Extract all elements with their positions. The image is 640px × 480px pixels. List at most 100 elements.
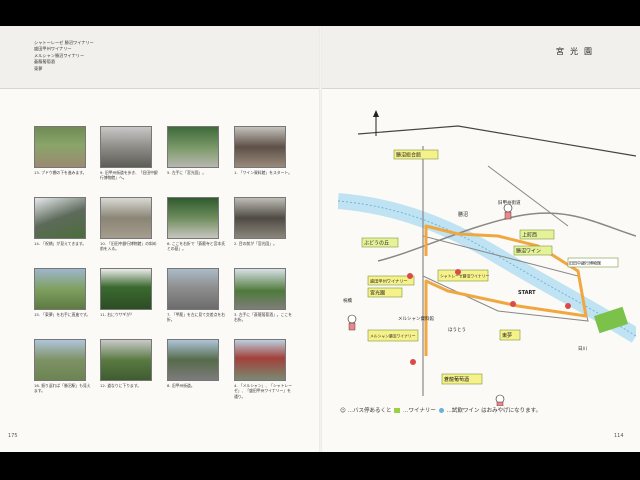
photo-item: 7. 「甲龍」を左に見て交差点を右折。 [167, 268, 227, 323]
photo-caption: 11. 右にウサギが？ [100, 312, 134, 317]
photo-caption: 16. 振り返れば「勝沼駅」も見えます。 [34, 383, 91, 394]
photo-item: 15. 「東夢」を右手に直進です。 [34, 268, 94, 317]
walker-icon: ☺ [340, 408, 346, 414]
photo-caption: 13. ブドウ棚の下を進みます。 [34, 170, 87, 175]
wine-dot-icon [438, 408, 444, 413]
svg-text:勝沼総合館: 勝沼総合館 [396, 152, 421, 159]
page-number-right: 114 [614, 433, 624, 439]
svg-text:蒼龍葡萄酒: 蒼龍葡萄酒 [444, 376, 469, 383]
label-hoto: ほうとう [448, 327, 466, 333]
walker-figure-icon [503, 203, 513, 220]
photo-item: 5. 左手に「宮光園」。 [167, 126, 227, 175]
photo-item: 11. 右にウサギが？ [100, 268, 160, 317]
route-photo [234, 268, 286, 310]
header-winery-list: シャトーレーゼ 勝沼ワイナリー 盛田甲州ワイナリー メルシャン勝沼ワイナリー 蒼… [34, 40, 94, 72]
photo-caption: 2. 目の前が「宮光園」。 [234, 241, 277, 246]
book-gutter [319, 26, 322, 452]
photo-item: 4. 「メルシャン」、「シャトレーゼ」、「盛田甲州ワイナリー」を通り。 [234, 339, 294, 399]
svg-text:上町西: 上町西 [522, 232, 537, 239]
winery-marker [407, 273, 413, 279]
label-mercian: メルシャン勝沼ワイナリー [367, 329, 419, 342]
photo-item: 6. ここを右折で「蒼龍寺と宮本氏との墓」。 [167, 197, 227, 252]
photo-item: 2. 目の前が「宮光園」。 [234, 197, 294, 246]
label-bridge: 祝橋 [343, 297, 352, 304]
label-chateraise: シャトレーゼ勝沼ワイナリー [437, 269, 489, 282]
route-photo [167, 339, 219, 381]
winery-marker [455, 269, 461, 275]
magazine-spread: シャトーレーゼ 勝沼ワイナリー 盛田甲州ワイナリー メルシャン勝沼ワイナリー 蒼… [0, 26, 640, 452]
walker-figure-icon [347, 314, 357, 331]
photo-item: 14. 「祝橋」が見えてきます。 [34, 197, 94, 246]
route-photo [34, 126, 86, 168]
label-station-road: 勝沼 [458, 211, 468, 218]
route-photo [100, 197, 152, 239]
photo-caption: 10. 「旧田中銀行博物館」の斜め前を入る。 [100, 241, 157, 252]
route-photo [167, 268, 219, 310]
photo-item: 8. 旧甲州街道。 [167, 339, 227, 388]
label-soryu: 蒼龍葡萄酒 [441, 373, 483, 385]
photo-item: 12. 道なりに下ります。 [100, 339, 160, 388]
svg-text:東夢: 東夢 [502, 332, 512, 339]
svg-text:旧田中銀行博物館: 旧田中銀行博物館 [569, 260, 601, 266]
photo-caption: 8. 旧甲州街道。 [167, 383, 195, 388]
winery-box-icon [394, 408, 401, 413]
svg-text:ぶどうの丘: ぶどうの丘 [364, 240, 389, 247]
photo-caption: 15. 「東夢」を右手に直進です。 [34, 312, 91, 317]
photo-item: 1. 「ワイン資料館」をスタート。 [234, 126, 294, 175]
route-photo [100, 268, 152, 310]
route-photo [234, 339, 286, 381]
label-kaikan: 勝沼総合館 [393, 149, 439, 160]
label-river: 日川 [578, 346, 587, 352]
route-photo [100, 126, 152, 168]
label-tomu: 東夢 [499, 329, 521, 341]
winery-marker [510, 301, 516, 307]
winery-marker [410, 359, 416, 365]
photo-caption: 1. 「ワイン資料館」をスタート。 [234, 170, 292, 175]
legend-text: …試飲ワイン [446, 408, 480, 414]
label-ginko: 旧田中銀行博物館 [567, 257, 619, 268]
label-start: START [518, 290, 536, 296]
label-miyakoen: 宮光園 [367, 287, 403, 298]
route-photo [234, 197, 286, 239]
photo-caption: 3. 左手に「蒼龍葡萄酒」。ここを右折。 [234, 312, 292, 323]
photo-caption: 14. 「祝橋」が見えてきます。 [34, 241, 87, 246]
photo-item: 9. 旧甲州街道を歩き、「旧田中銀行博物館」へ。 [100, 126, 160, 181]
walker-figure-icon [495, 394, 505, 406]
legend-text: …ワイナリー [403, 408, 436, 414]
photo-item: 3. 左手に「蒼龍葡萄酒」。ここを右折。 [234, 268, 294, 323]
route-photo [167, 126, 219, 168]
header-line: 東夢 [34, 65, 43, 71]
label-ebisuya: ぶどうの丘 [361, 237, 399, 248]
page-number-left: 175 [8, 433, 18, 439]
photo-caption: 5. 左手に「宮光園」。 [167, 170, 207, 175]
route-photo [167, 197, 219, 239]
route-photo [34, 268, 86, 310]
svg-text:メルシャン勝沼ワイナリー: メルシャン勝沼ワイナリー [370, 334, 416, 339]
photo-item: 10. 「旧田中銀行博物館」の斜め前を入る。 [100, 197, 160, 252]
photo-caption: 9. 旧甲州街道を歩き、「旧田中銀行博物館」へ。 [100, 170, 158, 181]
svg-text:シャトレーゼ勝沼ワイナリー: シャトレーゼ勝沼ワイナリー [440, 274, 489, 279]
label-kurashikan: 勝沼ワイン [513, 245, 553, 256]
legend-text: …バス停あるくと [347, 408, 392, 414]
label-morita: 盛田甲州ワイナリー [367, 275, 415, 286]
route-photo [34, 339, 86, 381]
route-photo [34, 197, 86, 239]
walking-map: 勝沼総合館 ぶどうの丘 勝沼ワイン 上町西 シャトレーゼ勝沼ワイナリー 盛田甲州… [338, 110, 636, 406]
map-legend: ☺ …バス停あるくと …ワイナリー …試飲ワイン はおみやげになります。 [340, 406, 541, 414]
photo-caption: 4. 「メルシャン」、「シャトレーゼ」、「盛田甲州ワイナリー」を通り。 [234, 383, 292, 399]
photo-caption: 6. ここを右折で「蒼龍寺と宮本氏との墓」。 [167, 241, 225, 252]
photo-caption: 12. 道なりに下ります。 [100, 383, 142, 388]
legend-text: はおみやげになります。 [481, 408, 542, 414]
svg-text:宮光園: 宮光園 [370, 290, 385, 297]
road-diagonal [487, 165, 569, 227]
winery-marker [565, 303, 571, 309]
page-title: 宮光園 [556, 47, 598, 56]
label-kamihan: 上町西 [519, 229, 555, 240]
svg-text:盛田甲州ワイナリー: 盛田甲州ワイナリー [370, 278, 408, 285]
photo-caption: 7. 「甲龍」を左に見て交差点を右折。 [167, 312, 225, 323]
svg-text:勝沼ワイン: 勝沼ワイン [516, 248, 541, 255]
route-photo [100, 339, 152, 381]
route-photo [234, 126, 286, 168]
photo-item: 16. 振り返れば「勝沼駅」も見えます。 [34, 339, 94, 394]
label-mercian-ref: メルシャン資料館 [398, 315, 434, 322]
